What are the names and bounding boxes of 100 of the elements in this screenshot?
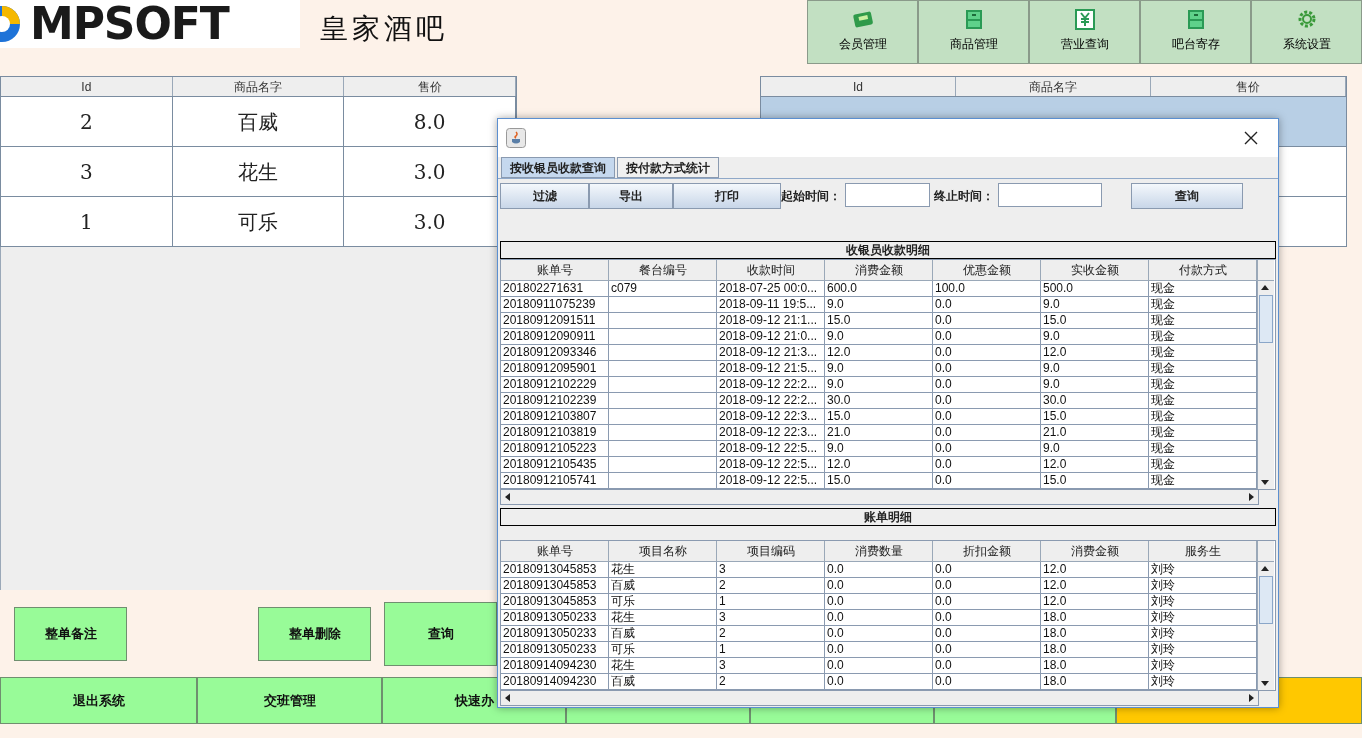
table-cell: 12.0 <box>1041 562 1149 578</box>
table-cell: 0.0 <box>933 345 1041 361</box>
table-cell: 9.0 <box>825 441 933 457</box>
table-cell: 20180912095901 <box>501 361 609 377</box>
table-cell: 12.0 <box>1041 457 1149 473</box>
table-cell: 9.0 <box>1041 297 1149 313</box>
table-cell: 0.0 <box>933 642 1041 658</box>
table-cell: 18.0 <box>1041 610 1149 626</box>
table-cell: 20180912105741 <box>501 473 609 489</box>
table-cell: 1 <box>1 197 173 246</box>
table-cell: 0.0 <box>933 562 1041 578</box>
table-cell: 0.0 <box>825 610 933 626</box>
table-cell: 2018-09-12 21:0... <box>717 329 825 345</box>
table-cell: 20180911075239 <box>501 297 609 313</box>
table-cell: 3 <box>1 147 173 196</box>
table-cell: 0.0 <box>933 658 1041 674</box>
table-cell: 0.0 <box>933 393 1041 409</box>
table-cell: 20180913050233 <box>501 610 609 626</box>
table-cell: 9.0 <box>825 361 933 377</box>
table-cell: 20180913045853 <box>501 594 609 610</box>
table-cell: 15.0 <box>1041 313 1149 329</box>
table-cell: 2018-09-12 21:3... <box>717 345 825 361</box>
table-cell: 9.0 <box>1041 361 1149 377</box>
table-cell: 2 <box>1 97 173 146</box>
table-cell: 花生 <box>609 562 717 578</box>
table-cell: 201802271631 <box>501 281 609 297</box>
table-cell: 18.0 <box>1041 658 1149 674</box>
table-cell: 20180913045853 <box>501 562 609 578</box>
table-cell: 12.0 <box>1041 594 1149 610</box>
table-cell: 9.0 <box>825 329 933 345</box>
table-cell: 20180913050233 <box>501 642 609 658</box>
table-cell: 9.0 <box>1041 377 1149 393</box>
table-cell: 0.0 <box>933 409 1041 425</box>
table-cell: 20180912103819 <box>501 425 609 441</box>
section-title: 收银员收款明细 <box>500 241 1276 259</box>
table-cell: 0.0 <box>933 457 1041 473</box>
table-cell: 0.0 <box>933 473 1041 489</box>
table-cell: 15.0 <box>825 409 933 425</box>
logo-text: MPSOFT <box>30 2 229 46</box>
table-cell: 0.0 <box>825 626 933 642</box>
table-cell: 0.0 <box>825 642 933 658</box>
table-cell: 20180912091511 <box>501 313 609 329</box>
table-cell: 20180912102239 <box>501 393 609 409</box>
table-cell: 可乐 <box>609 642 717 658</box>
table-cell: 0.0 <box>933 329 1041 345</box>
table-cell: 百威 <box>609 626 717 642</box>
table-cell: 百威 <box>609 578 717 594</box>
table-cell: 百威 <box>172 97 345 146</box>
table-cell: 9.0 <box>825 377 933 393</box>
table-cell: 12.0 <box>1041 578 1149 594</box>
table-cell: 20180913050233 <box>501 626 609 642</box>
table-cell: 0.0 <box>933 626 1041 642</box>
table-cell: 3 <box>717 658 825 674</box>
table-cell: 500.0 <box>1041 281 1149 297</box>
table-cell: 2 <box>717 674 825 690</box>
table-cell: 0.0 <box>825 594 933 610</box>
table-cell: 2018-09-11 19:5... <box>717 297 825 313</box>
table-cell: 2018-09-12 22:3... <box>717 409 825 425</box>
table-cell: 0.0 <box>825 658 933 674</box>
table-cell: 2018-09-12 22:5... <box>717 457 825 473</box>
field-label: 终止时间： <box>934 188 994 205</box>
table-cell: 20180912105435 <box>501 457 609 473</box>
table-cell: 2018-09-12 21:5... <box>717 361 825 377</box>
table-cell: 0.0 <box>933 594 1041 610</box>
table-cell: 9.0 <box>1041 441 1149 457</box>
table-cell: 9.0 <box>1041 329 1149 345</box>
table-cell: 0.0 <box>825 578 933 594</box>
table-cell: 30.0 <box>825 393 933 409</box>
table-cell: 2018-07-25 00:0... <box>717 281 825 297</box>
table-cell: 0.0 <box>933 425 1041 441</box>
table-cell: 15.0 <box>1041 409 1149 425</box>
table-cell: 花生 <box>609 658 717 674</box>
table-cell: 2 <box>717 578 825 594</box>
table-cell: 0.0 <box>933 578 1041 594</box>
table-cell: 2 <box>717 626 825 642</box>
table-cell: 0.0 <box>933 313 1041 329</box>
table-cell: 20180912093346 <box>501 345 609 361</box>
table-cell: 3 <box>717 610 825 626</box>
section-title: 账单明细 <box>500 508 1276 526</box>
table-cell: 百威 <box>609 674 717 690</box>
table-cell: c079 <box>609 281 717 297</box>
table-cell: 2018-09-12 22:3... <box>717 425 825 441</box>
table-cell: 2018-09-12 22:2... <box>717 393 825 409</box>
table-cell: 21.0 <box>825 425 933 441</box>
table-cell: 18.0 <box>1041 674 1149 690</box>
table-cell: 20180914094230 <box>501 658 609 674</box>
table-cell: 2018-09-12 22:2... <box>717 377 825 393</box>
table-cell: 30.0 <box>1041 393 1149 409</box>
table-cell: 花生 <box>172 147 345 196</box>
table-cell: 100.0 <box>933 281 1041 297</box>
table-cell: 1 <box>717 642 825 658</box>
table-cell: 15.0 <box>825 473 933 489</box>
table-cell: 1 <box>717 594 825 610</box>
table-cell: 20180912090911 <box>501 329 609 345</box>
table-cell: 12.0 <box>825 457 933 473</box>
table-cell: 12.0 <box>1041 345 1149 361</box>
field-label: 起始时间： <box>781 188 841 205</box>
table-cell: 18.0 <box>1041 626 1149 642</box>
table-cell: 0.0 <box>933 377 1041 393</box>
table-cell: 20180913045853 <box>501 578 609 594</box>
